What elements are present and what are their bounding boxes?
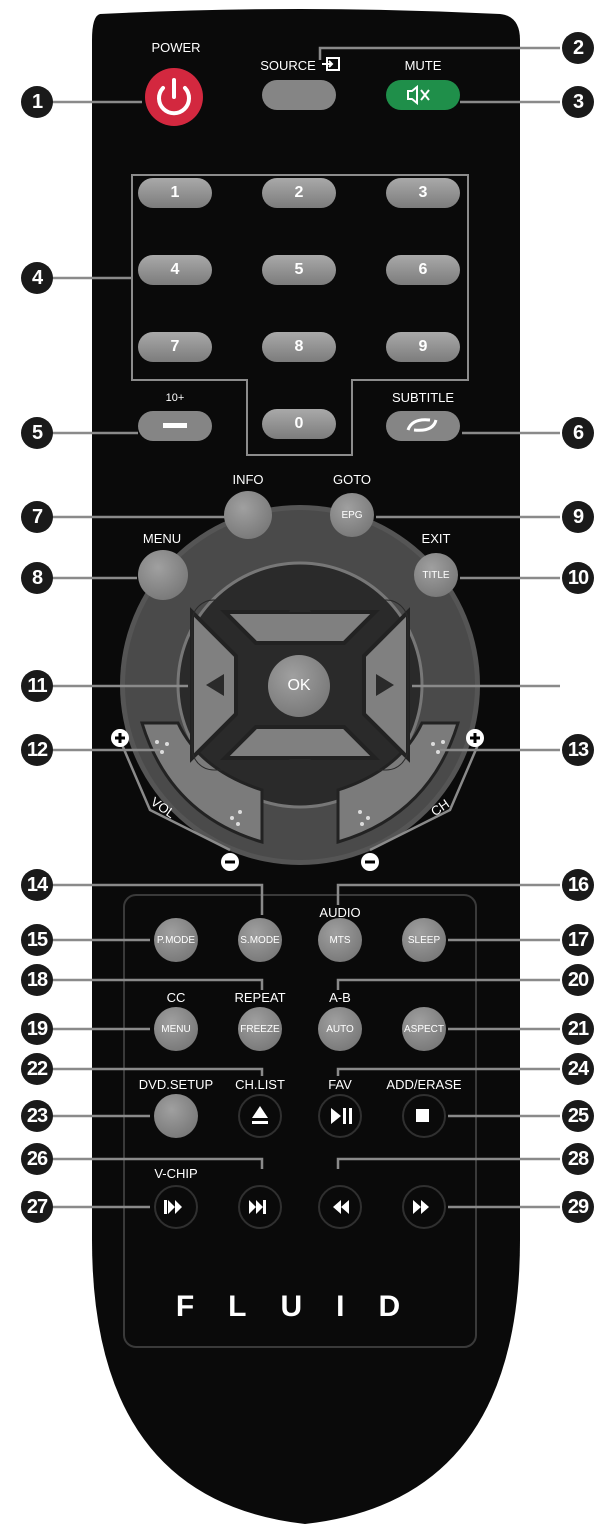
callout-4: 4	[21, 262, 53, 294]
callout-17: 17	[562, 924, 594, 956]
play-pause-button[interactable]	[318, 1094, 362, 1138]
auto-button[interactable]: AUTO	[318, 1007, 362, 1051]
mts-button[interactable]: MTS	[318, 918, 362, 962]
callout-24: 24	[562, 1053, 594, 1085]
digit-7-button[interactable]: 7	[138, 332, 212, 362]
digit-1-button[interactable]: 1	[138, 178, 212, 208]
menu-label: MENU	[142, 531, 182, 546]
ten-plus-label: 10+	[165, 392, 185, 404]
callout-16: 16	[562, 869, 594, 901]
s-mode-button[interactable]: S.MODE	[238, 918, 282, 962]
repeat-label: REPEAT	[234, 990, 286, 1005]
sleep-button[interactable]: SLEEP	[402, 918, 446, 962]
source-label: SOURCE	[260, 58, 316, 73]
prev-button[interactable]	[154, 1185, 198, 1229]
ch-list-label: CH.LIST	[235, 1077, 285, 1092]
callout-20: 20	[562, 964, 594, 996]
digit-4-button[interactable]: 4	[138, 255, 212, 285]
ch-plus-icon	[466, 729, 484, 747]
digit-3-button[interactable]: 3	[386, 178, 460, 208]
mute-button[interactable]	[386, 80, 460, 110]
callout-28: 28	[562, 1143, 594, 1175]
brand-logo: FLUID	[175, 1290, 435, 1323]
vol-minus-icon	[221, 853, 239, 871]
subtitle-button[interactable]	[386, 411, 460, 441]
callout-19: 19	[21, 1013, 53, 1045]
callout-10: 10	[562, 562, 594, 594]
dvd-setup-label: DVD.SETUP	[138, 1077, 214, 1092]
next-button[interactable]	[238, 1185, 282, 1229]
power-label: POWER	[151, 40, 201, 55]
menu-button[interactable]	[138, 550, 188, 600]
stop-button[interactable]	[402, 1094, 446, 1138]
freeze-button[interactable]: FREEZE	[238, 1007, 282, 1051]
callout-2: 2	[562, 32, 594, 64]
audio-label: AUDIO	[319, 905, 361, 920]
callout-23: 23	[21, 1100, 53, 1132]
dvd-setup-button[interactable]	[154, 1094, 198, 1138]
callout-14: 14	[21, 869, 53, 901]
fast-forward-button[interactable]	[402, 1185, 446, 1229]
callout-27: 27	[21, 1191, 53, 1223]
callout-6: 6	[562, 417, 594, 449]
v-chip-label: V-CHIP	[154, 1166, 198, 1181]
add-erase-label: ADD/ERASE	[386, 1077, 462, 1092]
rewind-button[interactable]	[318, 1185, 362, 1229]
callout-1: 1	[21, 86, 53, 118]
a-b-label: A-B	[329, 990, 351, 1005]
callout-3: 3	[562, 86, 594, 118]
callout-26: 26	[21, 1143, 53, 1175]
info-label: INFO	[232, 472, 264, 487]
eject-button[interactable]	[238, 1094, 282, 1138]
exit-label: EXIT	[421, 531, 451, 546]
cc-label: CC	[166, 990, 186, 1005]
ok-button[interactable]: OK	[268, 655, 330, 717]
callout-22: 22	[21, 1053, 53, 1085]
callout-18: 18	[21, 964, 53, 996]
callout-7: 7	[21, 501, 53, 533]
mute-label: MUTE	[404, 58, 442, 73]
digit-5-button[interactable]: 5	[262, 255, 336, 285]
digit-6-button[interactable]: 6	[386, 255, 460, 285]
callout-9: 9	[562, 501, 594, 533]
info-button[interactable]	[224, 491, 272, 539]
callout-5: 5	[21, 417, 53, 449]
source-button[interactable]	[262, 80, 336, 110]
callout-21: 21	[562, 1013, 594, 1045]
callout-12: 12	[21, 734, 53, 766]
cc-menu-button[interactable]: MENU	[154, 1007, 198, 1051]
p-mode-button[interactable]: P.MODE	[154, 918, 198, 962]
callout-25: 25	[562, 1100, 594, 1132]
ch-minus-icon	[361, 853, 379, 871]
callout-13: 13	[562, 734, 594, 766]
goto-label: GOTO	[332, 472, 372, 487]
aspect-button[interactable]: ASPECT	[402, 1007, 446, 1051]
callout-29: 29	[562, 1191, 594, 1223]
fav-label: FAV	[328, 1077, 352, 1092]
subtitle-label: SUBTITLE	[391, 390, 455, 405]
title-button[interactable]: TITLE	[414, 553, 458, 597]
callout-11: 11	[21, 670, 53, 702]
digit-0-button[interactable]: 0	[262, 409, 336, 439]
epg-button[interactable]: EPG	[330, 493, 374, 537]
callout-8: 8	[21, 562, 53, 594]
dash-icon	[163, 423, 187, 428]
digit-8-button[interactable]: 8	[262, 332, 336, 362]
vol-plus-icon	[111, 729, 129, 747]
digit-9-button[interactable]: 9	[386, 332, 460, 362]
digit-2-button[interactable]: 2	[262, 178, 336, 208]
callout-15: 15	[21, 924, 53, 956]
